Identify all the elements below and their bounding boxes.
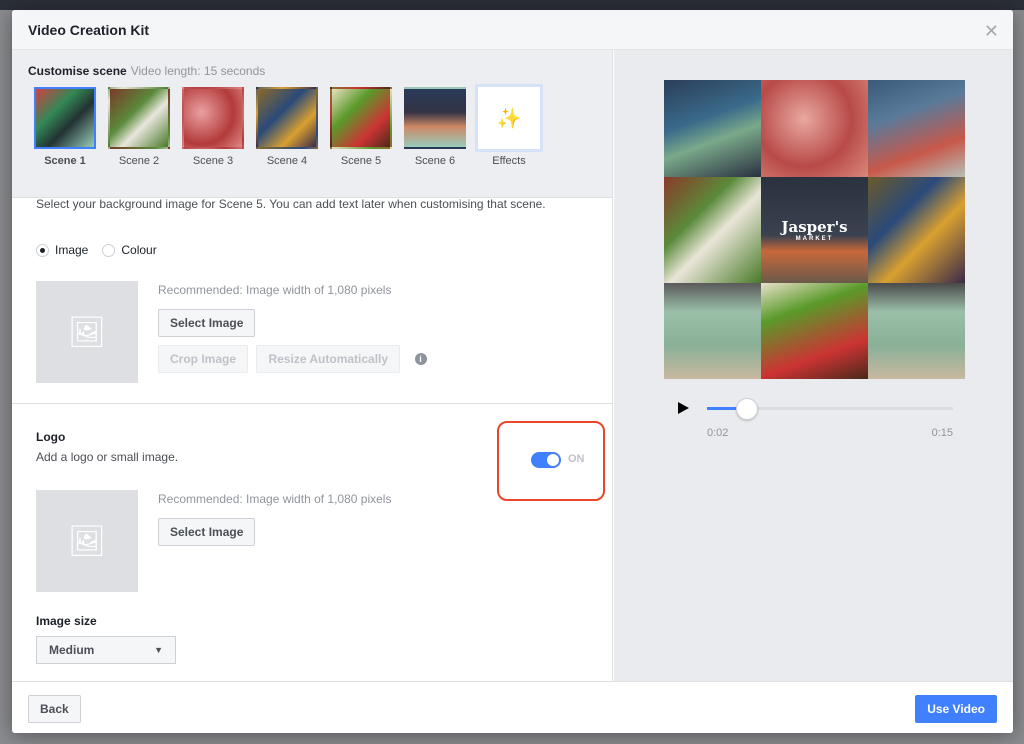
scene-thumb-4[interactable]: Scene 4: [250, 87, 324, 167]
preview-panel: Jasper's MARKET 0:02 0:15: [614, 50, 1013, 681]
timeline-slider[interactable]: [707, 398, 953, 420]
preview-tile: [761, 283, 868, 379]
play-icon[interactable]: [678, 402, 689, 414]
preview-tile: [664, 80, 761, 177]
scene-thumb-3[interactable]: Scene 3: [176, 87, 250, 167]
scene-thumb-1[interactable]: Scene 1: [28, 87, 102, 167]
video-preview: Jasper's MARKET: [664, 80, 965, 379]
scene-thumb-6[interactable]: Scene 6: [398, 87, 472, 167]
preview-tile: [868, 80, 965, 177]
image-size-label: Image size: [36, 614, 97, 628]
background-image-placeholder[interactable]: 🖼: [36, 281, 138, 383]
video-length: Video length: 15 seconds: [130, 64, 266, 78]
select-logo-image-button[interactable]: Select Image: [158, 518, 256, 546]
info-icon[interactable]: i: [414, 352, 427, 365]
crop-image-button[interactable]: Crop Image: [158, 345, 249, 373]
modal-header: Video Creation Kit ✕: [12, 10, 1013, 50]
preview-tile: [761, 80, 868, 177]
timeline-progress: [707, 407, 740, 410]
image-icon: 🖼: [67, 524, 107, 558]
jasper-logo: Jasper's: [781, 218, 848, 236]
video-creation-modal: Video Creation Kit ✕ Customise scene Vide…: [12, 10, 1013, 733]
total-time: 0:15: [931, 427, 953, 439]
radio-colour[interactable]: Colour: [102, 243, 157, 257]
back-button[interactable]: Back: [28, 695, 81, 723]
caret-down-icon: ▼: [154, 645, 163, 655]
magic-wand-icon: ✨: [496, 107, 522, 130]
preview-tile: [664, 177, 761, 283]
background-description: Select your background image for Scene 5…: [36, 197, 546, 211]
logo-toggle[interactable]: [531, 452, 561, 468]
editor-panel: Customise scene Video length: 15 seconds …: [12, 50, 613, 681]
logo-recommendation: Recommended: Image width of 1,080 pixels: [158, 492, 392, 506]
effects-button[interactable]: ✨ Effects: [472, 84, 546, 167]
image-size-dropdown[interactable]: Medium ▼: [36, 636, 176, 664]
modal-footer: Back Use Video: [12, 681, 1013, 733]
radio-image[interactable]: Image: [36, 243, 88, 257]
scene-thumb-2[interactable]: Scene 2: [102, 87, 176, 167]
preview-tile: [868, 283, 965, 379]
customise-scene-heading: Customise scene Video length: 15 seconds: [28, 64, 266, 78]
logo-toggle-highlight: ON: [497, 421, 605, 501]
preview-tile: [664, 283, 761, 379]
scene-thumb-5[interactable]: Scene 5: [324, 87, 398, 167]
browser-top-bar: [0, 0, 1024, 10]
toggle-state-label: ON: [568, 453, 585, 465]
logo-image-placeholder[interactable]: 🖼: [36, 490, 138, 592]
section-divider: [12, 403, 612, 404]
timeline-handle[interactable]: [735, 398, 758, 420]
modal-title: Video Creation Kit: [28, 21, 150, 38]
background-recommendation: Recommended: Image width of 1,080 pixels: [158, 283, 392, 297]
resize-automatically-button[interactable]: Resize Automatically: [256, 345, 401, 373]
select-background-image-button[interactable]: Select Image: [158, 309, 256, 337]
use-video-button[interactable]: Use Video: [915, 695, 997, 723]
scene-selector: Customise scene Video length: 15 seconds …: [12, 50, 612, 198]
image-icon: 🖼: [67, 315, 107, 349]
preview-tile: [868, 177, 965, 283]
current-time: 0:02: [707, 427, 729, 439]
preview-logo-tile: Jasper's MARKET: [761, 177, 868, 283]
close-icon[interactable]: ✕: [984, 21, 999, 42]
